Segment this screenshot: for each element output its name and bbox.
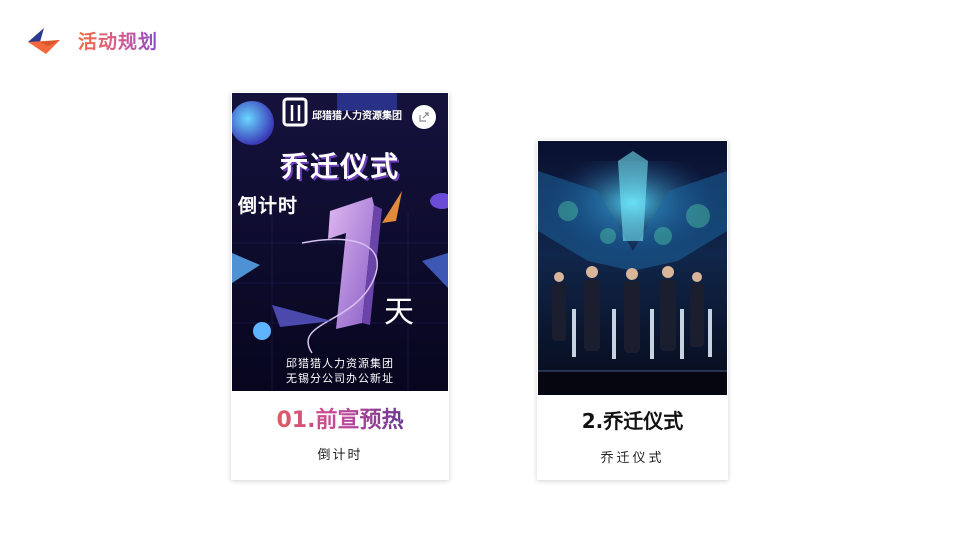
card-title: 2.乔迁仪式 — [581, 409, 684, 433]
ceremony-photo — [538, 141, 727, 395]
card-title: 01.前宣预热 — [231, 407, 449, 435]
arrow-logo-icon — [28, 28, 60, 54]
card-subtitle: 倒计时 — [317, 448, 363, 463]
card-pre-promotion[interactable]: 邱猎猎人力资源集团 乔迁仪式 倒计时 天 邱猎猎人力资源集团 无锡分公司办公新址… — [231, 92, 449, 480]
poster-day-label: 天 — [384, 295, 414, 330]
poster-countdown-label: 倒计时 — [238, 195, 299, 217]
countdown-poster-image: 邱猎猎人力资源集团 乔迁仪式 倒计时 天 邱猎猎人力资源集团 无锡分公司办公新址 — [232, 93, 448, 391]
share-icon — [419, 112, 429, 122]
page-title: 活动规划 — [78, 31, 159, 53]
card-relocation-ceremony[interactable]: 2.乔迁仪式 乔迁仪式 — [537, 140, 728, 480]
poster-heading: 乔迁仪式 — [279, 150, 400, 183]
share-button[interactable] — [412, 105, 436, 129]
poster-brand: 邱猎猎人力资源集团 — [312, 111, 402, 122]
poster-address-line: 无锡分公司办公新址 — [286, 372, 394, 385]
card-subtitle: 乔迁仪式 — [600, 451, 665, 466]
poster-company-line: 邱猎猎人力资源集团 — [286, 357, 394, 370]
